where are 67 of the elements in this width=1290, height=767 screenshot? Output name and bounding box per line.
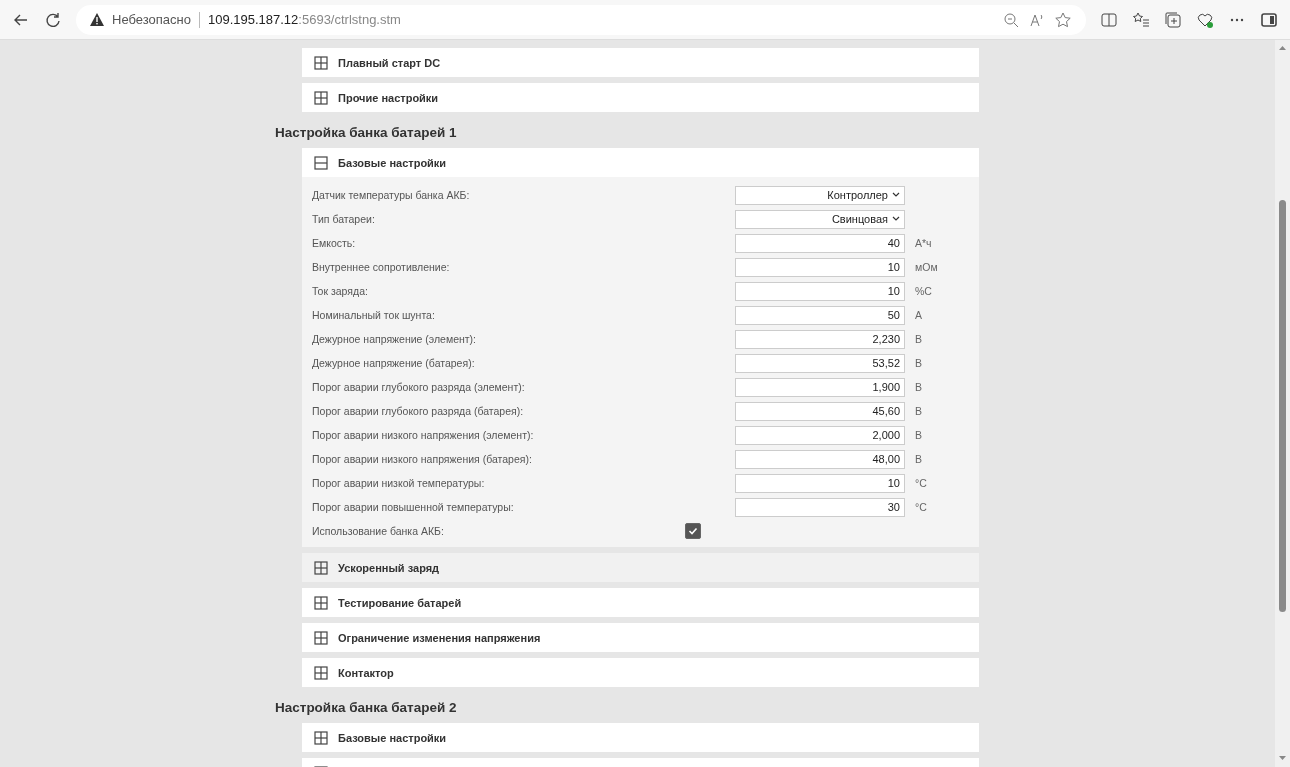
input-field[interactable]: 1,900 (735, 377, 905, 397)
input-field[interactable]: 50 (735, 305, 905, 325)
unit-label: В (914, 453, 923, 465)
field-label: Порог аварии глубокого разряда (батарея): (312, 405, 525, 417)
input-field[interactable]: 10 (735, 473, 905, 493)
field-label: Использование банка АКБ: (312, 525, 445, 537)
input-field[interactable]: 40 (735, 233, 905, 253)
unit-label: В (914, 405, 923, 417)
field-label: Дежурное напряжение (батарея): (312, 357, 476, 369)
unit-label: °С (914, 477, 928, 489)
input-field[interactable]: 30 (735, 497, 905, 517)
accordion-header[interactable]: Тестирование батарей (302, 588, 979, 617)
field-label: Ток заряда: (312, 285, 369, 297)
unit-label: В (914, 381, 923, 393)
star-icon[interactable] (1054, 10, 1072, 29)
field-label: Порог аварии низкого напряжения (батарея): (312, 453, 533, 465)
input-field[interactable]: 2,230 (735, 329, 905, 349)
unit-label: В (914, 429, 923, 441)
accordion-header[interactable]: Контактор (302, 658, 979, 687)
field-label: Дежурное напряжение (элемент): (312, 333, 478, 345)
split-screen-icon[interactable] (1100, 10, 1118, 29)
accordion-header[interactable]: Прочие настройки (302, 83, 979, 112)
chevron-icon (892, 216, 900, 222)
scrollbar[interactable] (1275, 40, 1290, 767)
unit-label: А (914, 309, 923, 321)
warning-icon (90, 13, 104, 26)
field-label: Номинальный ток шунта: (312, 309, 436, 321)
field-label: Порог аварии низкой температуры: (312, 477, 486, 489)
field-label: Порог аварии глубокого разряда (элемент): (312, 381, 526, 393)
checkmark-icon (688, 526, 698, 536)
sidebar-icon[interactable] (1260, 10, 1278, 29)
accordion-header[interactable]: Ограничение изменения напряжения (302, 623, 979, 652)
input-field[interactable]: 45,60 (735, 401, 905, 421)
field-label: Порог аварии повышенной температуры: (312, 501, 515, 513)
accordion-header[interactable]: Базовые настройки (302, 148, 979, 177)
chevron-icon (892, 192, 900, 198)
collections-icon[interactable] (1164, 10, 1182, 29)
unit-label: %С (914, 285, 933, 297)
url-text: 109.195.187.12:5693/ctrlstng.stm (207, 12, 401, 27)
unit-label: В (914, 333, 923, 345)
field-label: Порог аварии низкого напряжения (элемент): (312, 429, 535, 441)
field-label: Внутреннее сопротивление: (312, 261, 451, 273)
zoom-out-icon[interactable] (1002, 10, 1020, 29)
unit-label: В (914, 357, 923, 369)
favorites-icon[interactable] (1132, 10, 1150, 29)
field-label: Емкость: (312, 237, 357, 249)
field-label: Датчик температуры банка АКБ: (312, 189, 471, 201)
section-title: Настройка банка батарей 1 (275, 124, 458, 142)
unit-label: А*ч (914, 237, 933, 249)
select-field[interactable]: Контроллер (735, 185, 905, 205)
address-bar[interactable]: Небезопасно 109.195.187.12:5693/ctrlstng.stm (76, 4, 1086, 35)
unit-label: °С (914, 501, 928, 513)
accordion-header[interactable]: Плавный старт DC (302, 48, 979, 77)
input-field[interactable]: 53,52 (735, 353, 905, 373)
input-field[interactable]: 10 (735, 281, 905, 301)
section-title: Настройка банка батарей 2 (275, 699, 458, 717)
input-field[interactable]: 48,00 (735, 449, 905, 469)
select-field[interactable]: Свинцовая (735, 209, 905, 229)
accordion-header[interactable]: Ускоренный заряд (302, 553, 979, 582)
input-field[interactable]: 10 (735, 257, 905, 277)
checkbox[interactable] (685, 523, 701, 539)
accordion-header[interactable]: Базовые настройки (302, 723, 979, 752)
input-field[interactable]: 2,000 (735, 425, 905, 445)
security-label: Небезопасно (112, 12, 191, 27)
unit-label: мОм (914, 261, 939, 273)
field-label: Тип батареи: (312, 213, 376, 225)
refresh-icon[interactable] (44, 10, 62, 29)
